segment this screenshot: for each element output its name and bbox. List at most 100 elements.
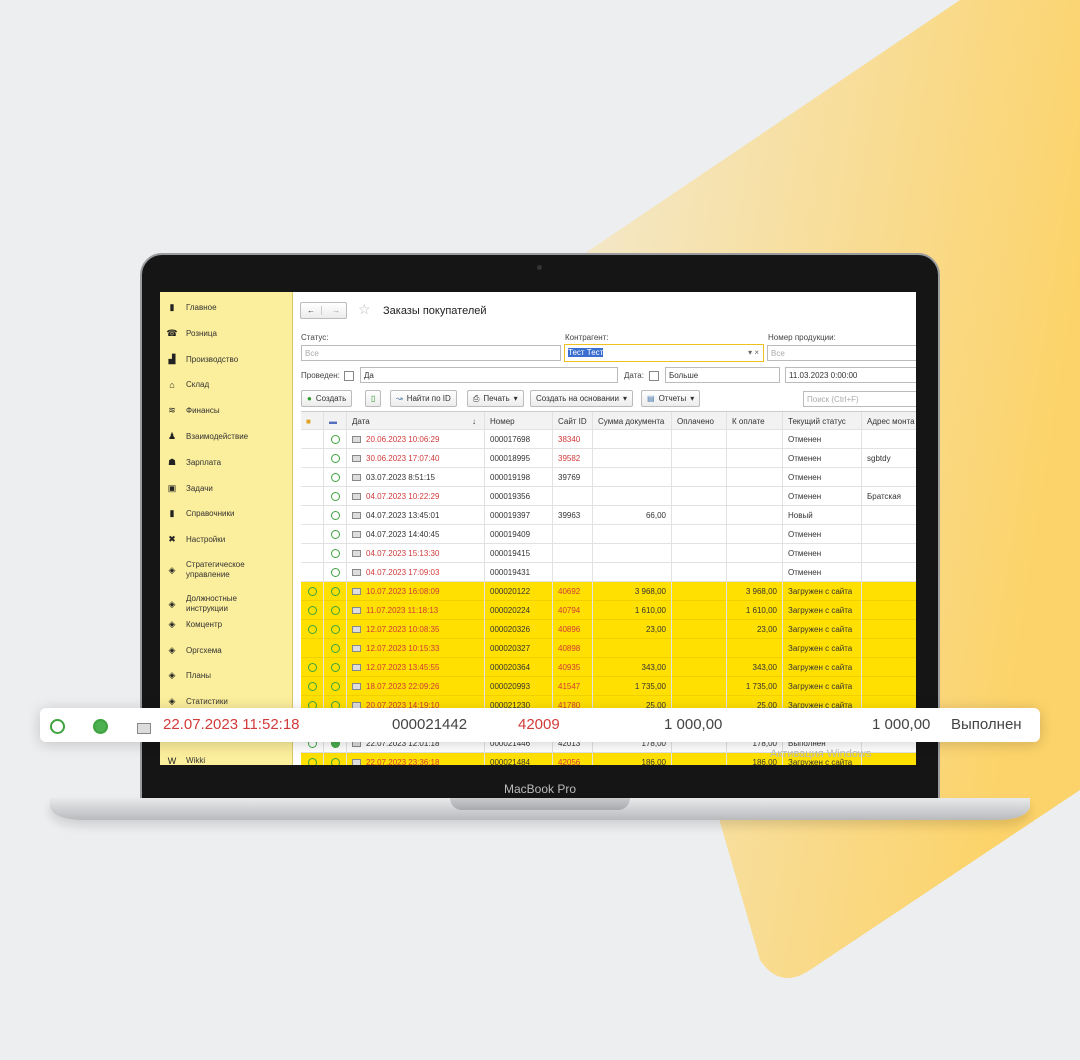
sidebar-item[interactable]: ◈ Оргсхема [166,645,222,656]
table-row[interactable]: 12.07.2023 10:08:35 000020326 40896 23,00 23… [301,620,916,639]
status-indicator [301,506,324,525]
sidebar-item[interactable]: ≋ Финансы [166,405,220,416]
cell-addr: Братская [862,487,916,506]
sidebar-item[interactable]: ◈ Должностные инструкции [166,594,276,614]
table-row[interactable]: 12.07.2023 10:15:33 000020327 40898 Загруже… [301,639,916,658]
create-based-button[interactable]: Создать на основании ▾ [530,390,634,407]
sidebar-item[interactable]: ☗ Зарплата [166,457,221,468]
product-field[interactable]: Все [767,345,916,361]
sidebar-item[interactable]: ✖ Настройки [166,534,225,545]
sidebar-item[interactable]: ◈ Статистики [166,696,228,707]
sidebar-item-label: Комцентр [186,619,223,629]
sidebar-item[interactable]: W Wikki [166,756,205,765]
copy-button[interactable]: ▯ [365,390,382,407]
table-row[interactable]: 04.07.2023 17:09:03 000019431 Отменен [301,563,916,582]
cell-paid [672,544,727,563]
cell-date: 20.06.2023 10:06:29 [347,430,485,449]
status-indicator [324,563,347,582]
table-row[interactable]: 11.07.2023 11:18:13 000020224 40794 1 610,0… [301,601,916,620]
status-indicator [301,753,324,765]
column-header[interactable]: Сайт ID [553,412,593,431]
create-button[interactable]: ● Создать [301,390,353,407]
reports-label: Отчеты [658,394,687,403]
sidebar-item-label: Финансы [186,405,220,415]
back-button[interactable]: ← [301,306,322,315]
date-checkbox[interactable] [649,371,659,381]
cell-due: 23,00 [727,620,783,639]
date-field[interactable]: 11.03.2023 0:00:00 [785,367,916,383]
table-row[interactable]: 12.07.2023 13:45:55 000020364 40935 343,00 3… [301,658,916,677]
sidebar-item[interactable]: ▮ Справочники [166,508,235,519]
cell-site: 40896 [553,620,593,639]
product-label: Номер продукции: [768,333,836,342]
table-row[interactable]: 30.06.2023 17:07:40 000018995 39582 Отменен… [301,449,916,468]
highlighted-row[interactable]: 22.07.2023 11:52:18 000021442 42009 1 00… [40,708,1040,742]
cell-due: 1 610,00 [727,601,783,620]
highlight-due: 1 000,00 [872,716,931,733]
column-header[interactable]: Сумма документа [593,412,672,431]
column-header[interactable]: ▬ [324,412,347,431]
table-row[interactable]: 04.07.2023 13:45:01 000019397 39963 66,00 Но… [301,506,916,525]
table-row[interactable]: 04.07.2023 10:22:29 000019356 Отменен Братс… [301,487,916,506]
find-by-id-button[interactable]: ↝ Найти по ID [390,390,457,407]
circle-icon [330,492,340,502]
cell-addr: sgbtdy [862,449,916,468]
circle-icon [330,568,340,578]
cell-status: Отменен [783,430,862,449]
sidebar-item-label: Справочники [186,508,235,518]
cell-status: Отменен [783,468,862,487]
sidebar-item[interactable]: ◈ Стратегическое управление [166,560,276,580]
sidebar-item[interactable]: ▮ Главное [166,302,217,313]
cell-num: 000020364 [485,658,553,677]
column-header[interactable]: Оплачено [672,412,727,431]
contractor-field[interactable]: Тест Тест ▾ × [564,344,764,362]
status-indicator [324,506,347,525]
cell-site: 40935 [553,658,593,677]
status-indicator [301,658,324,677]
table-row[interactable]: 04.07.2023 15:13:30 000019415 Отменен [301,544,916,563]
status-label: Статус: [301,333,329,342]
sidebar-item[interactable]: ◈ Планы [166,670,212,681]
highlight-date: 22.07.2023 11:52:18 [163,716,300,733]
table-row[interactable]: 03.07.2023 8:51:15 000019198 39769 Отменен [301,468,916,487]
column-header[interactable]: Номер [485,412,553,431]
column-header[interactable]: Адрес монта [862,412,916,431]
column-header[interactable]: К оплате [727,412,783,431]
cell-due: 3 968,00 [727,582,783,601]
document-icon [352,759,361,765]
forward-button[interactable]: → [326,306,346,315]
column-header[interactable]: Дата ↓ [347,412,485,431]
clear-icon[interactable]: ▾ × [748,348,759,357]
date-text: 20.06.2023 10:06:29 [366,435,440,444]
star-icon[interactable]: ☆ [358,301,371,318]
highlight-sum: 1 000,00 [664,716,723,733]
status-field[interactable]: Все [301,345,561,361]
sidebar-item[interactable]: ▟ Производство [166,354,239,365]
cell-paid [672,449,727,468]
print-button[interactable]: ⎙ Печать ▾ [467,390,524,407]
sidebar-item[interactable]: ⌂ Склад [166,380,209,390]
cell-sum [593,563,672,582]
plus-icon: ● [307,394,312,403]
date-text: 11.07.2023 11:18:13 [366,606,439,615]
posted-checkbox[interactable] [344,371,354,381]
date-condition-select[interactable]: Больше [665,367,780,383]
table-row[interactable]: 10.07.2023 16:08:09 000020122 40692 3 968,0… [301,582,916,601]
table-row[interactable]: 04.07.2023 14:40:45 000019409 Отменен [301,525,916,544]
cell-sum: 1 610,00 [593,601,672,620]
cell-due [727,639,783,658]
windows-watermark: Активация Windows [770,748,872,760]
table-row[interactable]: 20.06.2023 10:06:29 000017698 38340 Отменен [301,430,916,449]
date-text: 04.07.2023 13:45:01 [366,511,440,520]
sidebar-item[interactable]: ◈ Комцентр [166,619,223,630]
find-by-id-label: Найти по ID [406,394,451,403]
sidebar-item[interactable]: ♟ Взаимодействие [166,431,248,442]
reports-button[interactable]: ▤ Отчеты ▾ [641,390,701,407]
posted-select[interactable]: Да [360,367,618,383]
sidebar-item[interactable]: ▣ Задачи [166,483,213,494]
column-header[interactable]: ■ [301,412,324,431]
search-input[interactable]: Поиск (Ctrl+F) [803,391,916,407]
column-header[interactable]: Текущий статус [783,412,862,431]
table-row[interactable]: 18.07.2023 22:09:26 000020993 41547 1 735,0… [301,677,916,696]
sidebar-item[interactable]: ☎ Розница [166,328,217,339]
